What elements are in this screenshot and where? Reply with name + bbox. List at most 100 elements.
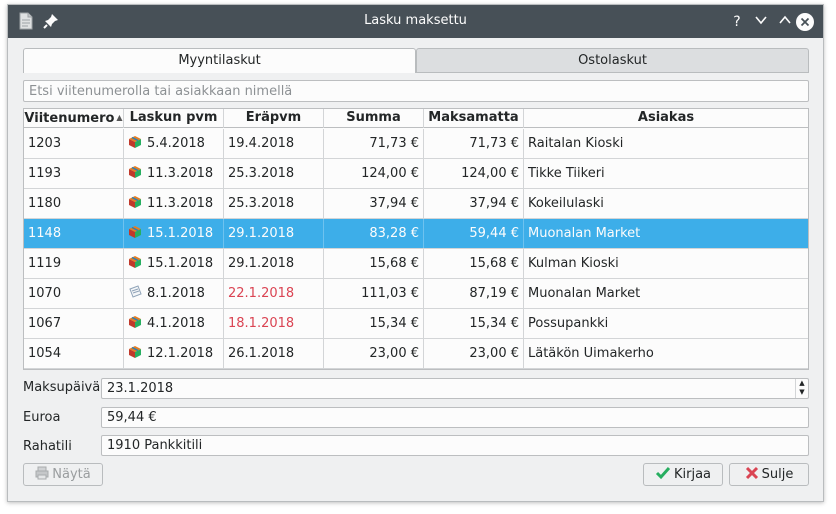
- cell-customer: Possupankki: [524, 309, 808, 338]
- cell-customer-text: Kulman Kioski: [528, 256, 619, 271]
- column-header-erapvm[interactable]: Eräpvm: [224, 109, 324, 128]
- date-spinner[interactable]: ▲ ▼: [795, 379, 808, 398]
- table-row[interactable]: 1067 4.1.2018 18.1.2018 15,34 € 15,34 € Possu…: [24, 309, 808, 339]
- invoice-table[interactable]: Viitenumero ▲ Laskun pvm Eräpvm Summa Mak…: [23, 108, 809, 370]
- table-row[interactable]: 1054 12.1.2018 26.1.2018 23,00 € 23,00 € Lätä…: [24, 339, 808, 369]
- cell-due-date-text: 29.1.2018: [228, 226, 295, 241]
- cell-sum-text: 23,00 €: [369, 346, 419, 361]
- cell-sum-text: 111,03 €: [361, 286, 419, 301]
- box-icon: [128, 221, 142, 238]
- help-button[interactable]: ?: [728, 13, 746, 31]
- cell-unpaid: 15,34 €: [424, 309, 524, 338]
- cell-unpaid: 59,44 €: [424, 219, 524, 248]
- cell-sum-text: 37,94 €: [369, 196, 419, 211]
- account-label: Rahatili: [23, 439, 72, 454]
- column-header-asiakas[interactable]: Asiakas: [524, 109, 808, 128]
- cell-sum: 15,34 €: [324, 309, 424, 338]
- sort-ascending-icon: ▲: [116, 113, 123, 122]
- minimize-button[interactable]: [752, 13, 770, 31]
- table-row[interactable]: 1148 15.1.2018 29.1.2018 83,28 € 59,44 € Muon…: [24, 219, 808, 249]
- cell-reference: 1203: [24, 129, 124, 158]
- cell-sum: 23,00 €: [324, 339, 424, 368]
- cell-invoice-date: 8.1.2018: [124, 279, 224, 308]
- cell-sum-text: 83,28 €: [369, 226, 419, 241]
- cell-customer: Muonalan Market: [524, 219, 808, 248]
- cell-due-date: 25.3.2018: [224, 189, 324, 218]
- cell-customer-text: Kokeilulaski: [528, 196, 604, 211]
- table-row[interactable]: 1070 8.1.2018 22.1.2018 111,03 € 87,19 € Muon…: [24, 279, 808, 309]
- column-header-laskun-pvm[interactable]: Laskun pvm: [124, 109, 224, 128]
- table-row[interactable]: 1203 5.4.2018 19.4.2018 71,73 € 71,73 € Raita…: [24, 129, 808, 159]
- checkmark-icon: [655, 467, 671, 480]
- window-title: Lasku maksettu: [364, 13, 467, 28]
- cell-due-date-text: 26.1.2018: [228, 346, 295, 361]
- cell-reference: 1148: [24, 219, 124, 248]
- cell-unpaid-text: 59,44 €: [469, 226, 519, 241]
- column-label: Viitenumero: [24, 111, 115, 126]
- cell-reference: 1193: [24, 159, 124, 188]
- cell-due-date: 29.1.2018: [224, 249, 324, 278]
- cell-unpaid-text: 37,94 €: [469, 196, 519, 211]
- cell-due-date-text: 29.1.2018: [228, 256, 295, 271]
- column-header-maksamatta[interactable]: Maksamatta: [424, 109, 524, 128]
- cell-due-date-text: 25.3.2018: [228, 196, 295, 211]
- paper-icon: [128, 281, 142, 298]
- cell-customer-text: Muonalan Market: [528, 226, 641, 241]
- printer-icon: [35, 466, 49, 480]
- search-input[interactable]: [23, 80, 809, 102]
- show-button[interactable]: Näytä: [23, 463, 103, 486]
- cell-customer: Kokeilulaski: [524, 189, 808, 218]
- cell-sum: 71,73 €: [324, 129, 424, 158]
- box-icon: [128, 251, 142, 268]
- cell-reference: 1070: [24, 279, 124, 308]
- close-window-button[interactable]: [796, 13, 814, 31]
- cell-unpaid-text: 15,68 €: [469, 256, 519, 271]
- box-icon: [128, 131, 142, 148]
- cell-invoice-date-text: 11.3.2018: [147, 166, 214, 181]
- table-row[interactable]: 1119 15.1.2018 29.1.2018 15,68 € 15,68 € Kulm…: [24, 249, 808, 279]
- cell-unpaid-text: 71,73 €: [469, 136, 519, 151]
- payment-date-field[interactable]: 23.1.2018 ▲ ▼: [101, 378, 809, 399]
- column-header-viitenumero[interactable]: Viitenumero ▲: [24, 109, 124, 128]
- cell-unpaid: 37,94 €: [424, 189, 524, 218]
- maximize-button[interactable]: [776, 13, 794, 31]
- show-button-label: Näytä: [52, 467, 91, 482]
- chevron-down-icon: [755, 16, 767, 25]
- cell-unpaid: 15,68 €: [424, 249, 524, 278]
- cell-reference: 1119: [24, 249, 124, 278]
- cell-invoice-date-text: 15.1.2018: [147, 226, 214, 241]
- tab-myyntilaskut[interactable]: Myyntilaskut: [23, 48, 416, 73]
- cell-unpaid-text: 15,34 €: [469, 316, 519, 331]
- cell-customer: Kulman Kioski: [524, 249, 808, 278]
- euro-label: Euroa: [23, 410, 61, 425]
- titlebar[interactable]: Lasku maksettu ?: [8, 5, 823, 38]
- euro-field[interactable]: 59,44 €: [101, 407, 809, 428]
- cell-sum-text: 15,34 €: [369, 316, 419, 331]
- cell-unpaid-text: 87,19 €: [469, 286, 519, 301]
- cell-invoice-date-text: 5.4.2018: [147, 136, 205, 151]
- close-button[interactable]: Sulje: [729, 463, 809, 486]
- book-button[interactable]: Kirjaa: [643, 463, 723, 486]
- cell-reference: 1180: [24, 189, 124, 218]
- table-row[interactable]: 1180 11.3.2018 25.3.2018 37,94 € 37,94 € Koke…: [24, 189, 808, 219]
- cell-sum: 15,68 €: [324, 249, 424, 278]
- box-icon: [128, 161, 142, 178]
- tab-ostolaskut[interactable]: Ostolaskut: [416, 48, 809, 73]
- cell-customer-text: Muonalan Market: [528, 286, 641, 301]
- account-field[interactable]: 1910 Pankkitili: [101, 435, 809, 456]
- cell-invoice-date-text: 11.3.2018: [147, 196, 214, 211]
- table-row[interactable]: 1193 11.3.2018 25.3.2018 124,00 € 124,00 € Ti…: [24, 159, 808, 189]
- cell-unpaid: 87,19 €: [424, 279, 524, 308]
- cell-invoice-date-text: 8.1.2018: [147, 286, 205, 301]
- cell-reference-text: 1119: [28, 256, 62, 271]
- cell-reference-text: 1148: [28, 226, 62, 241]
- cell-customer-text: Possupankki: [528, 316, 609, 331]
- cell-reference: 1067: [24, 309, 124, 338]
- cell-unpaid-text: 124,00 €: [461, 166, 519, 181]
- cell-sum-text: 15,68 €: [369, 256, 419, 271]
- cell-reference-text: 1054: [28, 346, 62, 361]
- cell-invoice-date: 15.1.2018: [124, 249, 224, 278]
- cell-due-date-text: 19.4.2018: [228, 136, 295, 151]
- cell-invoice-date-text: 15.1.2018: [147, 256, 214, 271]
- column-header-summa[interactable]: Summa: [324, 109, 424, 128]
